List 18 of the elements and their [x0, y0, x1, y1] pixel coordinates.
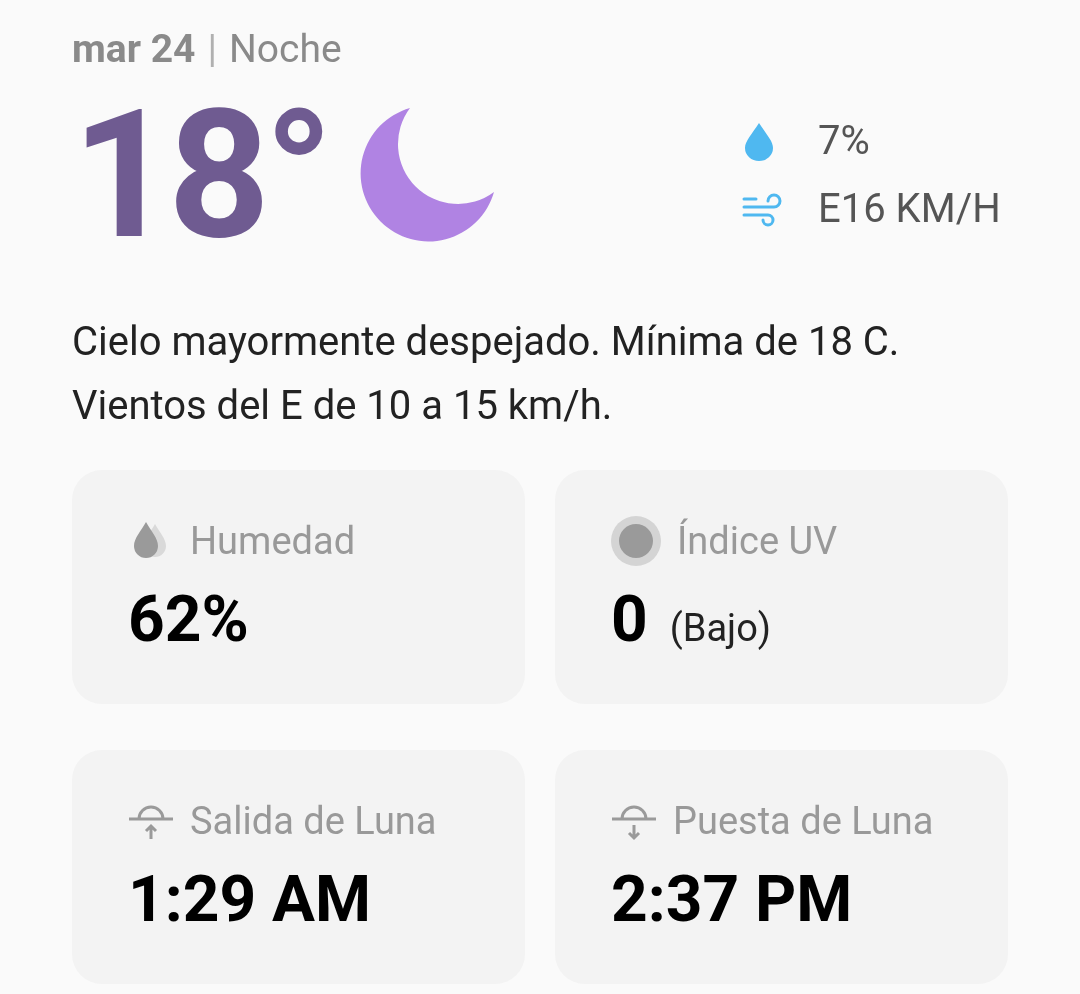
separator: | — [207, 26, 217, 72]
temperature: 18° — [72, 86, 328, 264]
card-note: (Bajo) — [669, 605, 772, 652]
card-label: Salida de Luna — [190, 797, 437, 845]
sun-circle-icon — [611, 516, 661, 566]
date-label: mar 24 — [72, 26, 196, 72]
card-value: 2:37 PM — [611, 868, 853, 932]
card-label: Puesta de Luna — [673, 797, 934, 845]
raindrop-icon — [742, 121, 776, 161]
period-label: Noche — [228, 26, 342, 72]
card-value: 1:29 AM — [128, 868, 372, 932]
card-value: 0 — [611, 588, 648, 652]
forecast-description: Cielo mayormente despejado. Mínima de 18 C. Vientos del E de 10 a 15 km/h. — [72, 317, 901, 431]
card-label: Humedad — [190, 517, 356, 565]
precipitation-value: 7% — [818, 119, 870, 163]
card-label: Índice UV — [677, 517, 838, 565]
wind-value: E16 KM/H — [818, 187, 1001, 231]
card-value: 62% — [128, 588, 249, 652]
